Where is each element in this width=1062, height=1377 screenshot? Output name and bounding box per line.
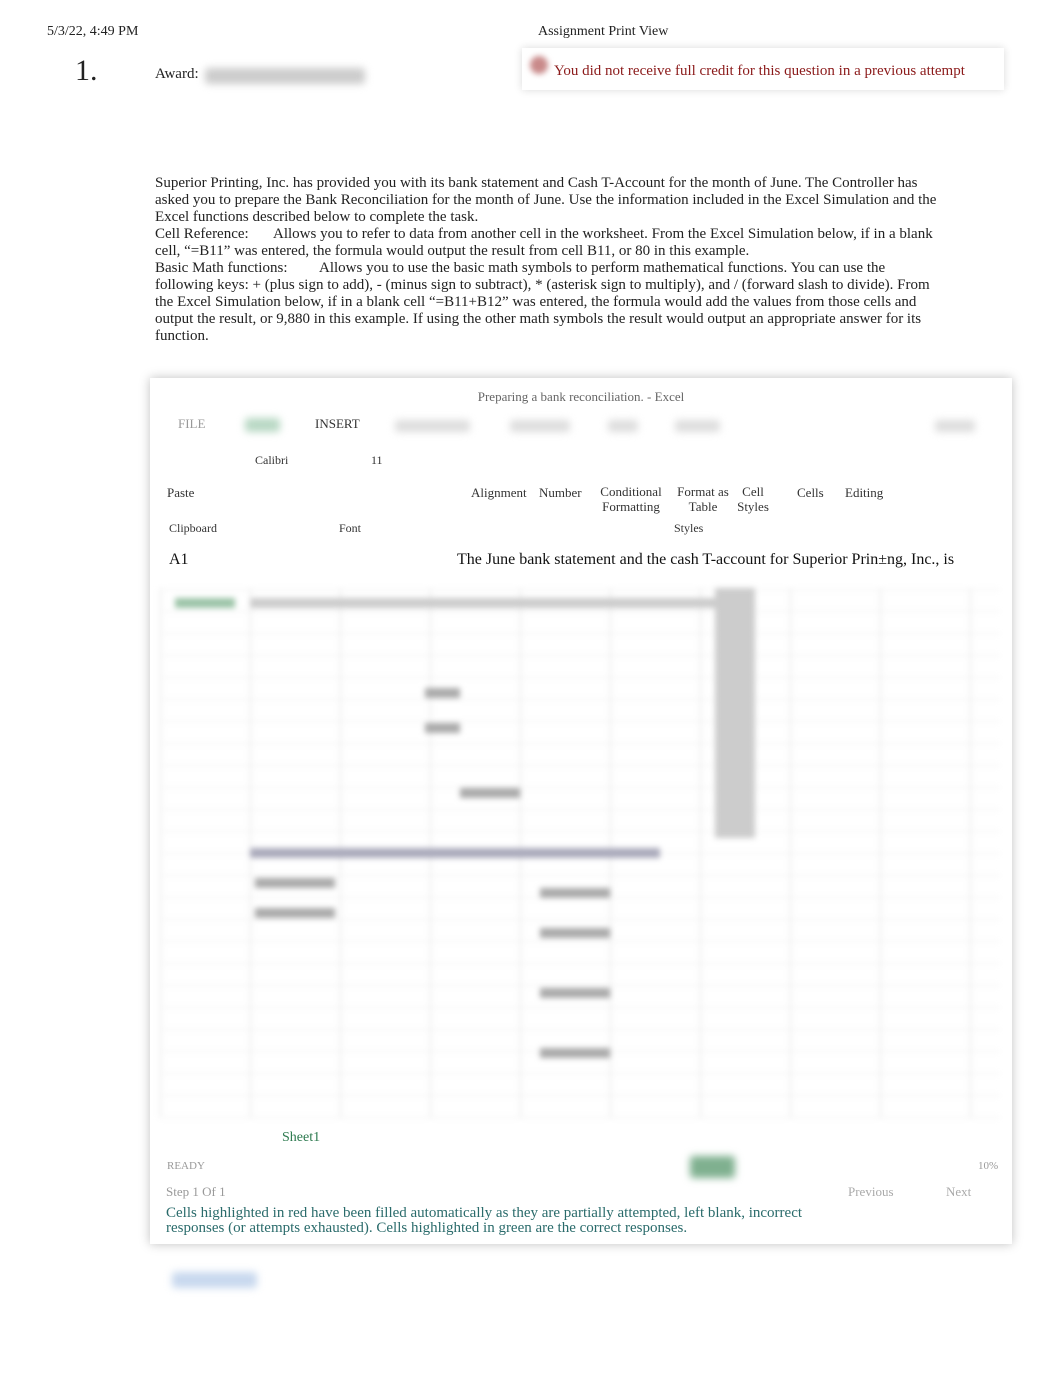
sign-in-blurred[interactable] [935,420,975,432]
function-name: Cell Reference: [155,226,249,242]
tab-file[interactable]: FILE [178,416,205,432]
status-ready: READY [167,1160,205,1172]
font-group-label: Font [339,521,362,535]
font-name-select[interactable]: Calibri [255,453,288,468]
credit-alert: You did not receive full credit for this… [522,48,1004,90]
tab-insert[interactable]: INSERT [315,416,360,432]
paste-button[interactable]: Paste [167,485,194,501]
function-basic-math: Basic Math functions: Allows you to use t… [155,260,945,345]
next-button[interactable]: Next [946,1184,971,1200]
window-title: Preparing a bank reconciliation. - Excel [477,389,685,404]
page-title: Assignment Print View [538,24,669,39]
spreadsheet-grid-blurred[interactable] [160,588,1000,1118]
name-box[interactable]: A1 [169,551,189,569]
tab-blurred[interactable] [675,420,720,432]
cell-styles-button[interactable]: Cell Styles [735,484,771,514]
question-number: 1. [75,54,98,87]
number-button[interactable]: Number [539,485,582,501]
print-timestamp: 5/3/22, 4:49 PM [47,24,139,39]
step-indicator: Step 1 Of 1 [166,1184,226,1199]
format-as-table-button[interactable]: Format as Table [674,484,732,514]
alert-text: You did not receive full credit for this… [554,63,965,79]
previous-button[interactable]: Previous [848,1184,894,1200]
blurred-button[interactable] [172,1272,257,1288]
formula-bar[interactable]: The June bank statement and the cash T-a… [457,551,954,569]
award-value-redacted [205,68,365,84]
clipboard-group-label: Clipboard [169,521,217,535]
view-buttons[interactable] [690,1156,735,1178]
editing-button[interactable]: Editing [845,485,883,501]
function-cell-reference: Cell Reference: Allows you to refer to da… [155,226,945,260]
alert-icon [530,56,548,74]
excel-simulation: Preparing a bank reconciliation. - Excel… [150,378,1012,1244]
tab-blurred[interactable] [395,420,470,432]
tab-blurred[interactable] [608,420,638,432]
alignment-button[interactable]: Alignment [471,485,527,501]
tab-home[interactable] [245,418,280,432]
font-size-select[interactable]: 11 [371,453,383,468]
award-label: Award: [155,66,199,82]
highlight-note: Cells highlighted in red have been fille… [166,1205,803,1236]
question-text: Superior Printing, Inc. has provided you… [155,175,945,345]
function-name: Basic Math functions: [155,260,288,276]
intro-paragraph: Superior Printing, Inc. has provided you… [155,175,937,225]
sheet-tab-sheet1[interactable]: Sheet1 [282,1130,320,1146]
styles-group-label: Styles [674,521,704,535]
cells-button[interactable]: Cells [797,485,824,501]
tab-blurred[interactable] [510,420,570,432]
conditional-formatting-button[interactable]: Conditional Formatting [596,484,666,514]
zoom-level: 10% [978,1160,999,1172]
